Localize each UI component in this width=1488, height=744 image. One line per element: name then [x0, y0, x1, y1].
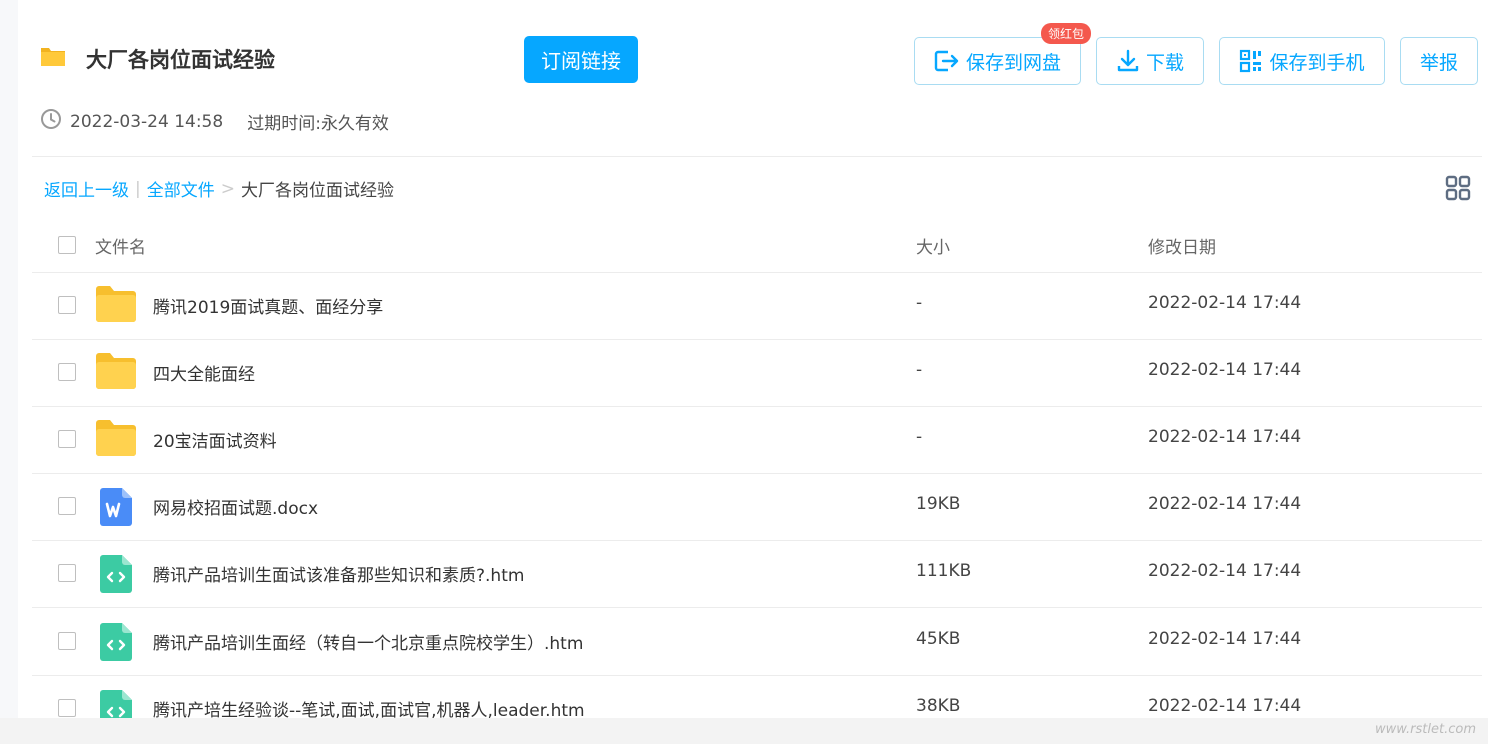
breadcrumb-current: 大厂各岗位面试经验 — [240, 181, 394, 201]
file-name[interactable]: 四大全能面经 — [153, 360, 255, 385]
html-file-icon — [100, 623, 132, 665]
file-name[interactable]: 腾讯2019面试真题、面经分享 — [153, 293, 383, 318]
row-checkbox[interactable] — [58, 632, 76, 650]
file-size: 19KB — [916, 494, 961, 514]
breadcrumb-back-link[interactable]: 返回上一级 — [44, 176, 129, 201]
row-checkbox[interactable] — [58, 430, 76, 448]
row-checkbox[interactable] — [58, 497, 76, 515]
column-header-date: 修改日期 — [1148, 238, 1216, 258]
file-date: 2022-02-14 17:44 — [1148, 629, 1302, 649]
file-name[interactable]: 网易校招面试题.docx — [153, 494, 318, 519]
table-row[interactable]: 四大全能面经 - 2022-02-14 17:44 — [32, 339, 1482, 407]
file-table-header: 文件名 大小 修改日期 — [32, 220, 1482, 273]
table-row[interactable]: 腾讯产培生经验谈--笔试,面试,面试官,机器人,leader.htm 38KB … — [32, 675, 1482, 718]
file-name[interactable]: 腾讯产品培训生面试该准备那些知识和素质?.htm — [153, 561, 524, 586]
save-to-phone-button[interactable]: 保存到手机 — [1219, 37, 1385, 85]
file-size: - — [916, 360, 923, 380]
row-checkbox[interactable] — [58, 296, 76, 314]
download-button[interactable]: 下载 — [1096, 37, 1204, 85]
column-header-size: 大小 — [916, 238, 950, 258]
share-title: 大厂各岗位面试经验 — [86, 48, 275, 72]
table-row[interactable]: 腾讯产品培训生面试该准备那些知识和素质?.htm 111KB 2022-02-1… — [32, 540, 1482, 608]
folder-icon — [96, 420, 136, 460]
download-icon — [1117, 49, 1139, 72]
expire-value: 永久有效 — [320, 114, 389, 134]
select-all-checkbox[interactable] — [58, 236, 76, 254]
row-checkbox[interactable] — [58, 699, 76, 717]
table-row[interactable]: 腾讯2019面试真题、面经分享 - 2022-02-14 17:44 — [32, 272, 1482, 340]
file-size: 111KB — [916, 561, 972, 581]
bottom-bar — [0, 718, 1488, 744]
file-size: 38KB — [916, 696, 961, 716]
subscribe-button[interactable]: 订阅链接 — [524, 36, 638, 83]
red-packet-badge[interactable]: 领红包 — [1041, 23, 1092, 44]
breadcrumb-all-files-link[interactable]: 全部文件 — [147, 176, 215, 201]
html-file-icon — [100, 555, 132, 597]
file-name[interactable]: 20宝洁面试资料 — [153, 427, 277, 452]
report-button[interactable]: 举报 — [1400, 37, 1478, 85]
row-checkbox[interactable] — [58, 564, 76, 582]
word-doc-icon — [100, 488, 132, 530]
breadcrumb-divider: | — [135, 178, 141, 199]
save-disk-icon — [934, 50, 959, 72]
file-size: 45KB — [916, 629, 961, 649]
table-row[interactable]: 腾讯产品培训生面经（转自一个北京重点院校学生）.htm 45KB 2022-02… — [32, 608, 1482, 676]
download-label: 下载 — [1145, 51, 1184, 74]
file-date: 2022-02-14 17:44 — [1148, 696, 1302, 716]
file-date: 2022-02-14 17:44 — [1148, 293, 1302, 313]
breadcrumb-arrow: > — [220, 178, 235, 199]
qr-code-icon — [1240, 49, 1262, 73]
file-date: 2022-02-14 17:44 — [1148, 427, 1302, 447]
share-panel: 大厂各岗位面试经验 订阅链接 2022-03-24 14:58 过期时间: 永久… — [18, 0, 1488, 718]
row-checkbox[interactable] — [58, 363, 76, 381]
folder-icon — [96, 286, 136, 326]
expire-label: 过期时间: — [247, 114, 321, 134]
header-divider — [32, 156, 1482, 157]
html-file-icon — [100, 690, 132, 718]
save-to-disk-label: 保存到网盘 — [965, 51, 1061, 74]
folder-icon — [40, 45, 66, 71]
file-size: - — [916, 427, 923, 447]
watermark: www.rstlet.com — [1374, 722, 1476, 737]
table-row[interactable]: 20宝洁面试资料 - 2022-02-14 17:44 — [32, 406, 1482, 474]
breadcrumb: 返回上一级 | 全部文件 > 大厂各岗位面试经验 — [44, 176, 394, 202]
table-row[interactable]: 网易校招面试题.docx 19KB 2022-02-14 17:44 — [32, 473, 1482, 541]
file-date: 2022-02-14 17:44 — [1148, 360, 1302, 380]
created-time: 2022-03-24 14:58 — [70, 111, 224, 132]
save-to-phone-label: 保存到手机 — [1269, 51, 1365, 74]
folder-icon — [96, 353, 136, 393]
clock-icon — [40, 108, 62, 135]
file-date: 2022-02-14 17:44 — [1148, 494, 1302, 514]
grid-view-icon[interactable] — [1445, 175, 1471, 205]
file-name[interactable]: 腾讯产培生经验谈--笔试,面试,面试官,机器人,leader.htm — [153, 696, 585, 718]
file-name[interactable]: 腾讯产品培训生面经（转自一个北京重点院校学生）.htm — [153, 629, 583, 654]
save-to-disk-button[interactable]: 保存到网盘 — [914, 37, 1081, 85]
file-date: 2022-02-14 17:44 — [1148, 561, 1302, 581]
share-meta: 2022-03-24 14:58 过期时间: 永久有效 — [40, 108, 389, 135]
file-size: - — [916, 293, 923, 313]
column-header-name: 文件名 — [95, 238, 146, 258]
